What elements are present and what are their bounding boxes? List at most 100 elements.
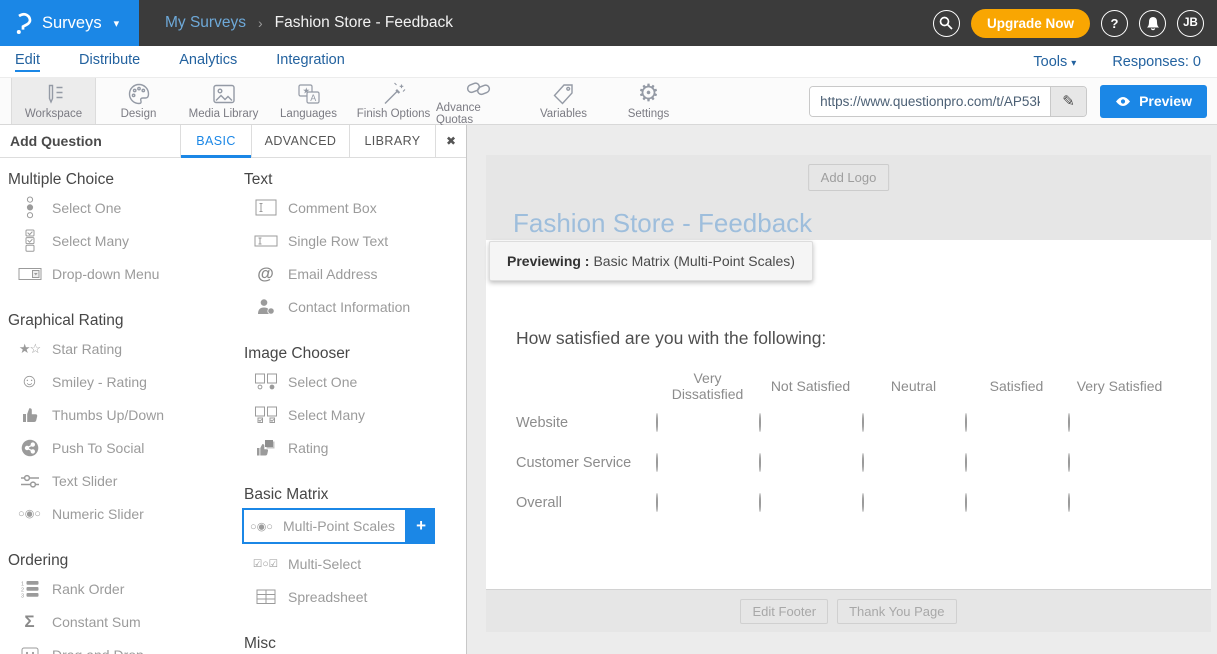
edit-url-button[interactable]: ✎ (1050, 87, 1086, 116)
sliders-icon (16, 473, 43, 489)
toolbar-item-advance-quotas[interactable]: Advance Quotas (436, 78, 521, 124)
product-switcher[interactable]: Surveys ▾ (0, 0, 139, 46)
question-type-label: Rating (288, 440, 328, 456)
quotas-icon (465, 76, 493, 100)
question-type-smiley-rating[interactable]: ☺Smiley - Rating (0, 365, 236, 398)
matrix-column-header: Not Satisfied (759, 378, 862, 394)
question-type-label: Numeric Slider (52, 506, 144, 522)
radio-website-not-satisfied[interactable] (759, 413, 761, 432)
question-type-spreadsheet[interactable]: Spreadsheet (236, 580, 466, 613)
question-card: How satisfied are you with the following… (486, 240, 1211, 590)
radio-website-very-dissatisfied[interactable] (656, 413, 658, 432)
question-type-multi-point-scales[interactable]: ○◉○Multi-Point Scales (242, 508, 407, 544)
matrix-column-header: Very Satisfied (1068, 378, 1171, 394)
toolbar-item-finish-options[interactable]: Finish Options (351, 78, 436, 124)
question-type-multi-select[interactable]: ☑○☑Multi-Select (236, 547, 466, 580)
nav-tab-edit[interactable]: Edit (15, 52, 40, 72)
toolbar-item-design[interactable]: Design (96, 78, 181, 124)
nav-tab-distribute[interactable]: Distribute (79, 52, 140, 72)
question-type-drag-and-drop[interactable]: Drag and Drop (0, 638, 236, 654)
question-type-numeric-slider[interactable]: ○◉○ Numeric Slider (0, 497, 236, 530)
toolbar-items: Workspace DesignMedia Library★ALanguagesF… (11, 78, 691, 124)
help-button[interactable]: ? (1101, 10, 1128, 37)
toolbar-item-media-library[interactable]: Media Library (181, 78, 266, 124)
responses-count[interactable]: Responses: 0 (1112, 54, 1201, 70)
toolbar-item-label: Workspace (25, 108, 82, 120)
radio-customer-service-very-dissatisfied[interactable] (656, 453, 658, 472)
bell-icon (1146, 16, 1160, 31)
section-title: Basic Matrix (244, 485, 466, 505)
radio-website-satisfied[interactable] (965, 413, 967, 432)
panel-tab-basic[interactable]: BASIC (180, 125, 251, 157)
svg-text:A: A (310, 93, 316, 103)
survey-title[interactable]: Fashion Store - Feedback (513, 208, 812, 239)
top-actions: Upgrade Now ? JB (933, 9, 1217, 38)
breadcrumb-separator-icon: › (258, 15, 263, 31)
question-type-label: Spreadsheet (288, 589, 367, 605)
toolbar-item-languages[interactable]: ★ALanguages (266, 78, 351, 124)
question-type-rank-order[interactable]: 123Rank Order (0, 572, 236, 605)
radio-customer-service-satisfied[interactable] (965, 453, 967, 472)
question-type-thumbs-up-down[interactable]: Thumbs Up/Down (0, 398, 236, 431)
radio-customer-service-neutral[interactable] (862, 453, 864, 472)
radio-overall-neutral[interactable] (862, 493, 864, 512)
thank-you-page-button[interactable]: Thank You Page (837, 599, 956, 624)
toolbar-item-settings[interactable]: ⚙Settings (606, 78, 691, 124)
panel-tab-advanced[interactable]: ADVANCED (251, 125, 349, 157)
radio-customer-service-not-satisfied[interactable] (759, 453, 761, 472)
question-type-comment-box[interactable]: Comment Box (236, 191, 466, 224)
radio-customer-service-very-satisfied[interactable] (1068, 453, 1070, 472)
tools-menu[interactable]: Tools ▾ (1033, 54, 1076, 70)
nav-tab-integration[interactable]: Integration (276, 52, 345, 72)
section-text: TextComment BoxSingle Row Text@Email Add… (236, 170, 466, 323)
question-type-constant-sum[interactable]: ΣConstant Sum (0, 605, 236, 638)
add-logo-button[interactable]: Add Logo (808, 164, 890, 191)
preview-button[interactable]: Preview (1100, 85, 1207, 118)
question-type-text-slider[interactable]: Text Slider (0, 464, 236, 497)
radio-overall-not-satisfied[interactable] (759, 493, 761, 512)
question-type-email-address[interactable]: @Email Address (236, 257, 466, 290)
search-button[interactable] (933, 10, 960, 37)
spreadsheet-icon (252, 589, 279, 605)
panel-tab-library[interactable]: LIBRARY (349, 125, 435, 157)
question-type-single-row-text[interactable]: Single Row Text (236, 224, 466, 257)
radio-website-neutral[interactable] (862, 413, 864, 432)
close-panel-button[interactable]: ✖ (435, 125, 466, 157)
toolbar-item-variables[interactable]: Variables (521, 78, 606, 124)
toolbar-right: ✎ Preview (809, 78, 1217, 124)
single-row-icon (252, 235, 279, 247)
question-type-drop-down-menu[interactable]: Drop-down Menu (0, 257, 236, 290)
avatar[interactable]: JB (1177, 10, 1204, 37)
question-type-star-rating[interactable]: ★☆Star Rating (0, 332, 236, 365)
question-type-select-many[interactable]: Select Many (236, 398, 466, 431)
radio-overall-very-dissatisfied[interactable] (656, 493, 658, 512)
matrix-column-header: Very Dissatisfied (656, 370, 759, 402)
smiley-icon: ☺ (16, 372, 43, 391)
question-type-select-one[interactable]: Select One (0, 191, 236, 224)
question-type-label: Multi-Select (288, 556, 361, 572)
edit-footer-button[interactable]: Edit Footer (740, 599, 828, 624)
radio-overall-satisfied[interactable] (965, 493, 967, 512)
question-type-push-to-social[interactable]: Push To Social (0, 431, 236, 464)
matrix-question-text[interactable]: How satisfied are you with the following… (516, 328, 826, 349)
toolbar-item-workspace[interactable]: Workspace (11, 78, 96, 124)
breadcrumb-my-surveys[interactable]: My Surveys (165, 14, 246, 32)
question-type-select-many[interactable]: Select Many (0, 224, 236, 257)
question-type-contact-information[interactable]: Contact Information (236, 290, 466, 323)
matrix-table: Very DissatisfiedNot SatisfiedNeutralSat… (516, 368, 1171, 523)
upgrade-now-button[interactable]: Upgrade Now (971, 9, 1090, 38)
radio-website-very-satisfied[interactable] (1068, 413, 1070, 432)
survey-url-input[interactable] (810, 87, 1050, 116)
radio-overall-very-satisfied[interactable] (1068, 493, 1070, 512)
top-bar: Surveys ▾ My Surveys › Fashion Store - F… (0, 0, 1217, 46)
nav-tab-analytics[interactable]: Analytics (179, 52, 237, 72)
section-title: Misc (244, 634, 466, 654)
question-type-select-one[interactable]: Select One (236, 365, 466, 398)
section-ordering: Ordering123Rank OrderΣConstant SumDrag a… (0, 551, 236, 654)
matrix-row-label: Website (516, 415, 656, 431)
numeric-slider-icon: ○◉○ (16, 507, 43, 520)
question-type-rating[interactable]: Rating (236, 431, 466, 464)
notifications-button[interactable] (1139, 10, 1166, 37)
add-question-plus-button[interactable]: + (407, 508, 435, 544)
multi-point-icon: ○◉○ (248, 520, 275, 533)
